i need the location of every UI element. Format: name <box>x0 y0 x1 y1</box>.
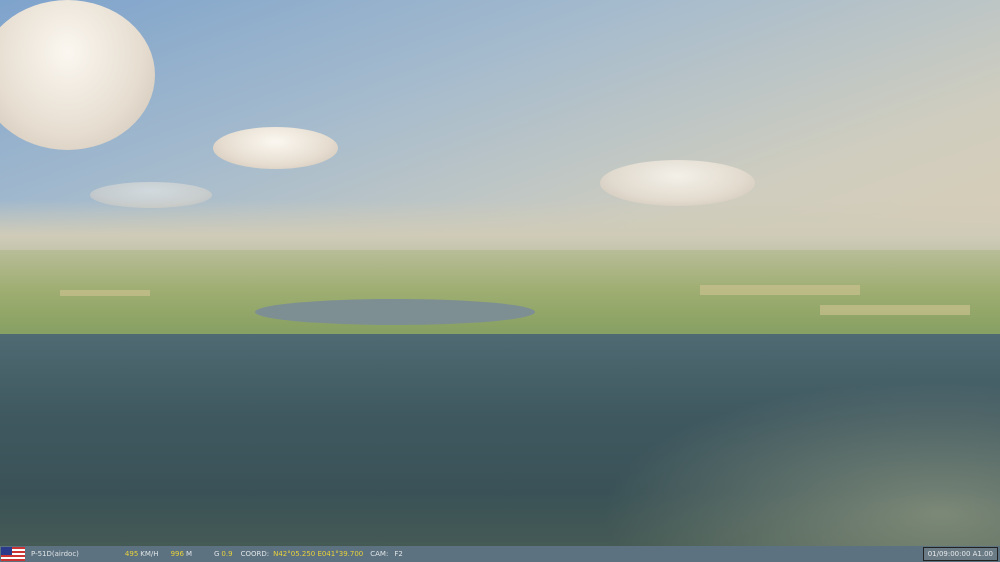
mission-time: 01/09:00:00 A1.00 <box>922 547 998 561</box>
game-viewport[interactable] <box>0 0 1000 546</box>
status-bar: P-51D(airdoc) 495 KM/H 996 M G 0.9 COORD… <box>0 546 1000 562</box>
altitude-unit: M <box>185 550 192 558</box>
speed-value: 495 <box>124 550 139 558</box>
g-value: 0.9 <box>221 550 233 558</box>
altitude-value: 996 <box>170 550 184 558</box>
lake <box>255 299 535 325</box>
g-label: G <box>213 550 220 558</box>
cam-value: F2 <box>394 550 403 558</box>
speed-unit: KM/H <box>140 550 159 558</box>
coord-label: COORD: <box>240 550 270 558</box>
aircraft-name: P-51D(airdoc) <box>31 550 79 558</box>
cam-label: CAM: <box>370 550 389 558</box>
sun-glint <box>600 380 1000 546</box>
usa-flag-icon <box>1 547 25 561</box>
coord-value: N42°05.250 E041°39.700 <box>273 550 364 558</box>
cloud <box>213 127 338 169</box>
